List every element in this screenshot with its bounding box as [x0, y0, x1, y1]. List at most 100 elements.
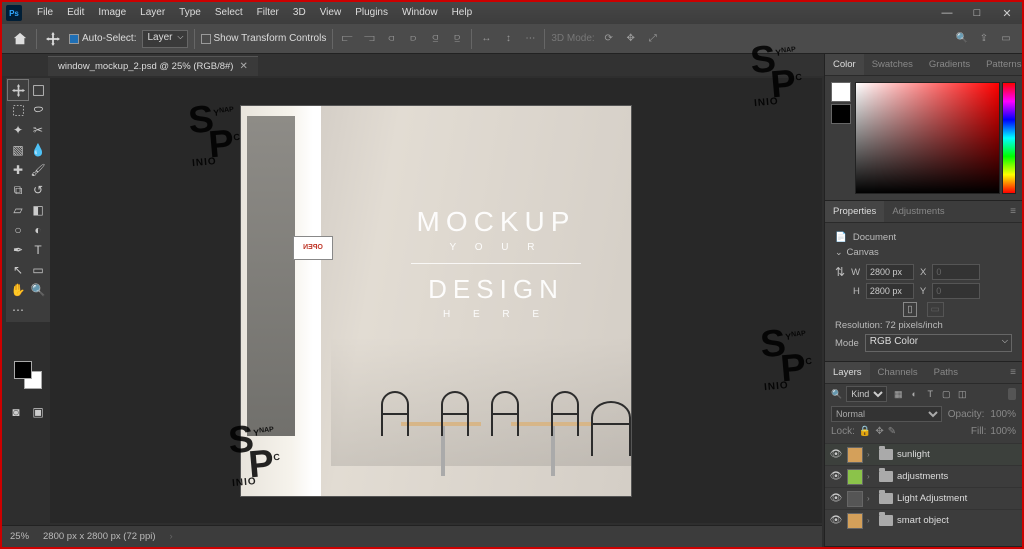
expand-icon[interactable]: ›: [867, 472, 875, 481]
history-brush-tool[interactable]: ↺: [28, 180, 48, 200]
show-transform-checkbox[interactable]: Show Transform Controls: [201, 33, 327, 44]
current-bg-swatch[interactable]: [831, 104, 851, 124]
expand-icon[interactable]: ›: [867, 494, 875, 503]
healing-tool[interactable]: ✚: [8, 160, 28, 180]
align-vcenter-icon[interactable]: ⫑: [427, 31, 443, 47]
x-input[interactable]: [932, 264, 980, 280]
clone-tool[interactable]: ⧉: [8, 180, 28, 200]
home-icon[interactable]: [10, 29, 30, 49]
artboard-tool[interactable]: [28, 80, 48, 100]
tab-paths[interactable]: Paths: [926, 362, 966, 383]
align-bottom-icon[interactable]: ⫒: [449, 31, 465, 47]
menu-image[interactable]: Image: [91, 2, 133, 24]
quick-select-tool[interactable]: ✦: [8, 120, 28, 140]
menu-help[interactable]: Help: [445, 2, 480, 24]
dodge-tool[interactable]: ◐: [28, 220, 48, 240]
hue-slider[interactable]: [1002, 82, 1016, 194]
more-align-icon[interactable]: ⋯: [522, 31, 538, 47]
path-select-tool[interactable]: ↖: [8, 260, 28, 280]
3d-orbit-icon[interactable]: ⟳: [601, 31, 617, 47]
panel-menu-icon[interactable]: ≡: [1004, 362, 1022, 383]
portrait-icon[interactable]: ▯: [903, 302, 916, 317]
gradient-tool[interactable]: ◧: [28, 200, 48, 220]
menu-window[interactable]: Window: [395, 2, 445, 24]
height-input[interactable]: [866, 283, 914, 299]
tab-layers[interactable]: Layers: [825, 362, 870, 383]
crop-tool[interactable]: ✂: [28, 120, 48, 140]
menu-layer[interactable]: Layer: [133, 2, 172, 24]
lock-position-icon[interactable]: ✥: [875, 426, 883, 437]
marquee-tool[interactable]: [8, 100, 28, 120]
canvas-stage[interactable]: OPEN MOCKUP Y O U R DESIGN H E R E SYNAP…: [50, 78, 822, 523]
blur-tool[interactable]: ○: [8, 220, 28, 240]
layer-kind-filter[interactable]: Kind: [846, 386, 887, 402]
search-icon[interactable]: 🔍: [954, 31, 970, 47]
layer-row[interactable]: 👁 › sunlight: [825, 443, 1022, 465]
color-field[interactable]: [855, 82, 1000, 194]
3d-slide-icon[interactable]: ⤢: [645, 31, 661, 47]
visibility-toggle[interactable]: 👁: [829, 492, 843, 506]
filter-smart-icon[interactable]: ◫: [955, 387, 969, 401]
hand-tool[interactable]: ✋: [8, 280, 28, 300]
align-top-icon[interactable]: ⫐: [405, 31, 421, 47]
width-input[interactable]: [866, 264, 914, 280]
menu-select[interactable]: Select: [208, 2, 250, 24]
eyedropper-tool[interactable]: 💧: [28, 140, 48, 160]
workspace-icon[interactable]: ▭: [998, 31, 1014, 47]
lock-all-icon[interactable]: 🔒: [859, 426, 871, 437]
auto-select-checkbox[interactable]: Auto-Select:: [69, 33, 136, 44]
menu-file[interactable]: File: [30, 2, 60, 24]
quick-mask-tool[interactable]: ◙: [6, 402, 26, 422]
pen-tool[interactable]: ✒: [8, 240, 28, 260]
close-button[interactable]: ✕: [992, 2, 1022, 24]
visibility-toggle[interactable]: 👁: [829, 514, 843, 528]
menu-plugins[interactable]: Plugins: [348, 2, 395, 24]
eraser-tool[interactable]: ▱: [8, 200, 28, 220]
tab-channels[interactable]: Channels: [870, 362, 926, 383]
align-hcenter-icon[interactable]: ⫎: [361, 31, 377, 47]
move-tool[interactable]: [8, 80, 28, 100]
screen-mode-tool[interactable]: ▣: [28, 402, 48, 422]
blend-mode-select[interactable]: Normal: [831, 406, 942, 422]
share-icon[interactable]: ⇪: [976, 31, 992, 47]
layer-row[interactable]: 👁 › smart object: [825, 509, 1022, 531]
menu-3d[interactable]: 3D: [286, 2, 313, 24]
y-input[interactable]: [932, 283, 980, 299]
menu-type[interactable]: Type: [172, 2, 208, 24]
document-tab[interactable]: window_mockup_2.psd @ 25% (RGB/8#) ✕: [48, 56, 258, 76]
zoom-tool[interactable]: 🔍: [28, 280, 48, 300]
panel-menu-icon[interactable]: ≡: [1004, 201, 1022, 222]
align-left-icon[interactable]: ⫍: [339, 31, 355, 47]
menu-view[interactable]: View: [313, 2, 349, 24]
tab-swatches[interactable]: Swatches: [864, 54, 921, 75]
tab-properties[interactable]: Properties: [825, 201, 884, 222]
edit-toolbar[interactable]: ⋯: [8, 300, 28, 320]
tab-color[interactable]: Color: [825, 54, 864, 75]
expand-icon[interactable]: ›: [867, 450, 875, 459]
document-canvas[interactable]: OPEN MOCKUP Y O U R DESIGN H E R E: [241, 106, 631, 496]
landscape-icon[interactable]: ▭: [927, 302, 944, 317]
expand-icon[interactable]: ›: [867, 516, 875, 525]
color-swatches[interactable]: [6, 357, 50, 393]
shape-tool[interactable]: ▭: [28, 260, 48, 280]
menu-filter[interactable]: Filter: [250, 2, 286, 24]
minimize-button[interactable]: —: [932, 2, 962, 24]
status-menu-icon[interactable]: ›: [170, 531, 173, 542]
filter-pixel-icon[interactable]: ▦: [891, 387, 905, 401]
link-wh-icon[interactable]: ⇅: [835, 265, 845, 279]
3d-pan-icon[interactable]: ✥: [623, 31, 639, 47]
filter-adjust-icon[interactable]: ◐: [907, 387, 921, 401]
canvas-section-toggle[interactable]: Canvas: [835, 247, 1012, 258]
lock-pixels-icon[interactable]: ✎: [888, 426, 896, 437]
tab-gradients[interactable]: Gradients: [921, 54, 978, 75]
layer-row[interactable]: 👁 › adjustments: [825, 465, 1022, 487]
distribute-v-icon[interactable]: ↕: [500, 31, 516, 47]
distribute-h-icon[interactable]: ↔: [478, 31, 494, 47]
filter-type-icon[interactable]: T: [923, 387, 937, 401]
foreground-color[interactable]: [14, 361, 32, 379]
type-tool[interactable]: T: [28, 240, 48, 260]
color-mode-select[interactable]: RGB Color: [865, 334, 1012, 352]
fill-value[interactable]: 100%: [990, 426, 1016, 437]
current-fg-swatch[interactable]: [831, 82, 851, 102]
filter-shape-icon[interactable]: ▢: [939, 387, 953, 401]
